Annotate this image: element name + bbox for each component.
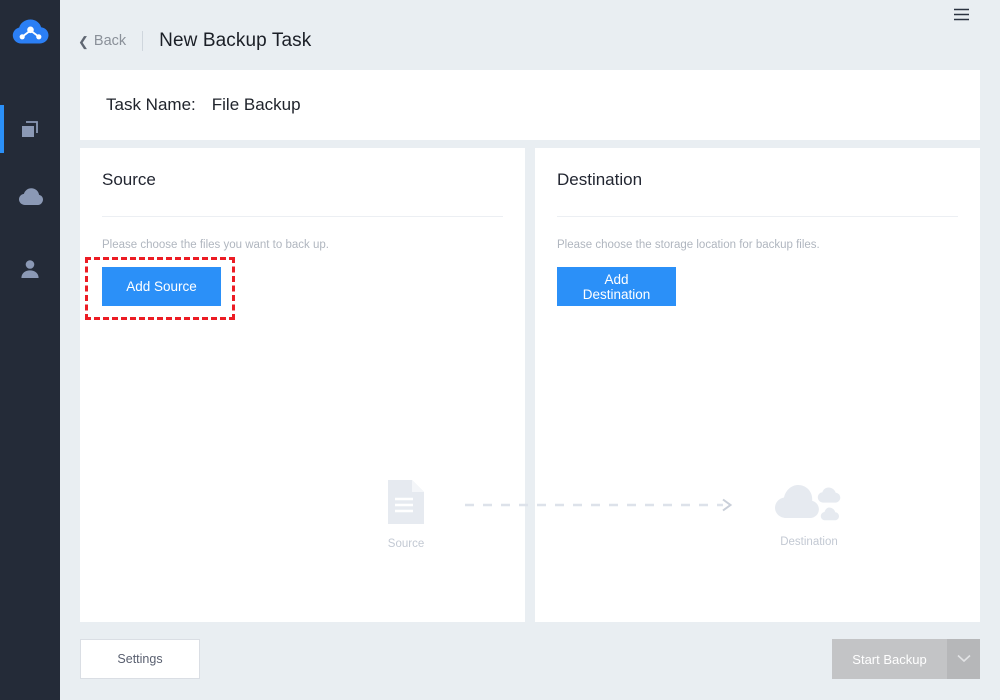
hamburger-menu-icon (953, 8, 970, 21)
start-backup-dropdown-button[interactable] (947, 639, 980, 679)
destination-panel-title: Destination (557, 170, 643, 189)
app-logo-icon (12, 18, 49, 50)
task-name-label: Task Name: (106, 95, 196, 114)
copy-layers-icon (18, 117, 42, 141)
chevron-left-icon: ❮ (78, 33, 89, 49)
add-source-button[interactable]: Add Source (102, 267, 221, 306)
sidebar-item-cloud[interactable] (0, 175, 60, 223)
sidebar-item-backup[interactable] (0, 105, 60, 153)
page-title: New Backup Task (159, 30, 312, 51)
destination-panel-divider (557, 216, 958, 217)
cloud-icon (18, 187, 43, 211)
main-content: ❮ Back New Backup Task Task Name: File B… (60, 0, 1000, 700)
sidebar-item-account[interactable] (0, 245, 60, 293)
footer-bar: Settings Start Backup (60, 630, 1000, 700)
source-panel-divider (102, 216, 503, 217)
back-button[interactable]: ❮ Back (78, 33, 126, 49)
source-panel: Source Please choose the files you want … (80, 148, 525, 622)
task-name-value[interactable]: File Backup (212, 95, 301, 115)
sidebar (0, 0, 60, 700)
panels-container: Source Please choose the files you want … (80, 148, 980, 622)
application-window: ❮ Back New Backup Task Task Name: File B… (0, 0, 1000, 700)
person-icon (18, 257, 42, 281)
destination-panel-hint: Please choose the storage location for b… (557, 239, 820, 251)
back-button-label: Back (93, 33, 127, 49)
settings-button[interactable]: Settings (80, 639, 200, 679)
source-panel-hint: Please choose the files you want to back… (102, 239, 329, 251)
start-backup-button[interactable]: Start Backup (832, 639, 947, 679)
task-name-card: Task Name: File Backup (80, 70, 980, 140)
add-destination-button[interactable]: Add Destination (557, 267, 676, 306)
page-header: ❮ Back New Backup Task (60, 20, 1000, 62)
source-panel-title: Source (102, 170, 156, 189)
destination-panel: Destination Please choose the storage lo… (535, 148, 980, 622)
header-divider (142, 31, 144, 51)
chevron-down-icon (956, 650, 971, 668)
start-backup-group: Start Backup (832, 639, 980, 679)
